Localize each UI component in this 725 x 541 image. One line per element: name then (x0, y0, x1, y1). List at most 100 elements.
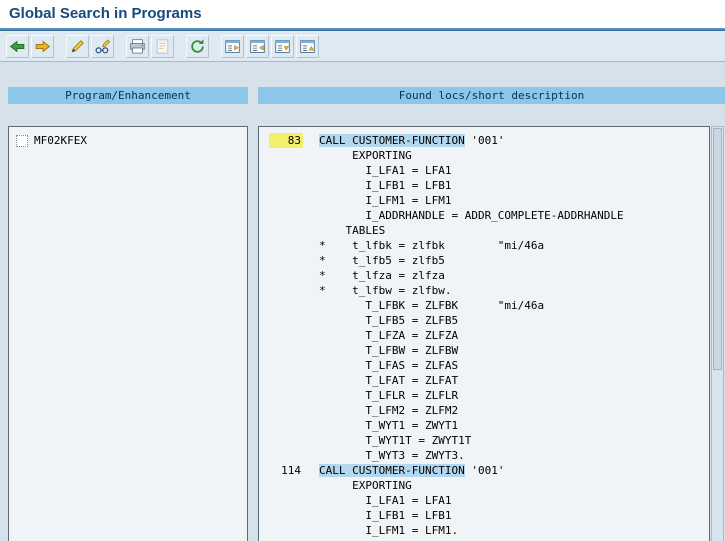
matched-keyword: CALL CUSTOMER-FUNCTION (319, 464, 465, 477)
code-text: T_LFM2 = ZLFM2 (319, 404, 459, 417)
code-line[interactable]: T_WYT3 = ZWYT3. (259, 448, 709, 463)
line-number (269, 328, 303, 343)
collapse-all-button[interactable] (296, 34, 319, 58)
code-text: * t_lfb5 = zlfb5 (319, 254, 445, 267)
collapse-all-icon (299, 38, 316, 55)
matched-keyword: CALL CUSTOMER-FUNCTION (319, 134, 465, 147)
toolbar-group (221, 34, 319, 58)
line-number (269, 298, 303, 313)
code-text: T_LFBW = ZLFBW (319, 344, 459, 357)
line-number (269, 148, 303, 163)
code-line[interactable]: I_ADDRHANDLE = ADDR_COMPLETE-ADDRHANDLE (259, 208, 709, 223)
code-text: * t_lfbw = zlfbw. (319, 284, 452, 297)
toolbar-group (186, 34, 209, 58)
line-number (269, 223, 303, 238)
toolbar-group (126, 34, 174, 58)
line-number (269, 388, 303, 403)
line-number (269, 283, 303, 298)
code-line[interactable]: I_LFM1 = LFM1. (259, 523, 709, 538)
line-number (269, 358, 303, 373)
print-preview-button[interactable] (151, 34, 174, 58)
code-line[interactable]: T_WYT1T = ZWYT1T (259, 433, 709, 448)
code-text: CALL CUSTOMER-FUNCTION '001' (319, 464, 505, 477)
print-preview-icon (154, 38, 171, 55)
print-icon (129, 38, 146, 55)
code-text: I_LFM1 = LFM1 (319, 194, 452, 207)
code-text: EXPORTING (319, 479, 412, 492)
code-line[interactable]: T_LFBW = ZLFBW (259, 343, 709, 358)
forward-button[interactable] (31, 34, 54, 58)
program-list-item[interactable]: MF02KFEX (9, 127, 247, 147)
line-number: 114 (281, 464, 301, 477)
refresh-button[interactable] (186, 34, 209, 58)
code-line[interactable]: I_LFB1 = LFB1 (259, 508, 709, 523)
column-header-program: Program/Enhancement (8, 87, 248, 104)
line-number (269, 493, 303, 508)
expand-node-button[interactable] (221, 34, 244, 58)
code-line[interactable]: EXPORTING (259, 478, 709, 493)
code-line[interactable]: * t_lfza = zlfza (259, 268, 709, 283)
code-line[interactable]: T_LFLR = ZLFLR (259, 388, 709, 403)
edit-button[interactable] (66, 34, 89, 58)
scrollbar-thumb[interactable] (713, 128, 722, 370)
code-text: TABLES (319, 224, 386, 237)
expand-all-button[interactable] (271, 34, 294, 58)
sap-window: Global Search in Programs Program/Enhanc… (0, 0, 725, 541)
line-number (269, 178, 303, 193)
code-line[interactable]: I_LFM1 = LFM1 (259, 193, 709, 208)
line-number (269, 343, 303, 358)
line-number: 83 (269, 133, 303, 148)
line-number (269, 508, 303, 523)
line-number (269, 373, 303, 388)
code-line[interactable]: T_LFB5 = ZLFB5 (259, 313, 709, 328)
expand-node-icon (224, 38, 241, 55)
page-title: Global Search in Programs (9, 5, 202, 22)
collapse-node-button[interactable] (246, 34, 269, 58)
program-icon (16, 134, 28, 147)
toolbar (0, 31, 725, 62)
code-line[interactable]: I_LFA1 = LFA1 (259, 493, 709, 508)
line-number (269, 478, 303, 493)
code-results-panel: 83 CALL CUSTOMER-FUNCTION '001' EXPORTING… (258, 126, 710, 541)
code-line[interactable]: * t_lfb5 = zlfb5 (259, 253, 709, 268)
code-text: T_WYT1 = ZWYT1 (319, 419, 459, 432)
edit-icon (69, 38, 86, 55)
code-line[interactable]: I_LFB1 = LFB1 (259, 178, 709, 193)
code-line[interactable]: T_LFBK = ZLFBK "mi/46a (259, 298, 709, 313)
program-list-panel: MF02KFEX (8, 126, 248, 541)
vertical-scrollbar[interactable] (711, 126, 724, 541)
code-line[interactable]: T_LFM2 = ZLFM2 (259, 403, 709, 418)
code-line[interactable]: 114 CALL CUSTOMER-FUNCTION '001' (259, 463, 709, 478)
line-number (269, 163, 303, 178)
back-icon (9, 38, 26, 55)
code-listing: 83 CALL CUSTOMER-FUNCTION '001' EXPORTING… (259, 127, 709, 538)
code-line[interactable]: T_LFAT = ZLFAT (259, 373, 709, 388)
line-number (269, 268, 303, 283)
forward-icon (34, 38, 51, 55)
code-text: T_LFBK = ZLFBK "mi/46a (319, 299, 545, 312)
display-change-icon (94, 38, 111, 55)
code-line[interactable]: I_LFA1 = LFA1 (259, 163, 709, 178)
back-button[interactable] (6, 34, 29, 58)
code-line[interactable]: EXPORTING (259, 148, 709, 163)
line-number (269, 238, 303, 253)
code-line[interactable]: T_LFAS = ZLFAS (259, 358, 709, 373)
line-number (269, 403, 303, 418)
print-button[interactable] (126, 34, 149, 58)
code-line[interactable]: * t_lfbw = zlfbw. (259, 283, 709, 298)
code-text: T_LFAS = ZLFAS (319, 359, 459, 372)
display-change-button[interactable] (91, 34, 114, 58)
line-number (269, 313, 303, 328)
code-text: T_WYT1T = ZWYT1T (319, 434, 472, 447)
code-line[interactable]: TABLES (259, 223, 709, 238)
line-number (269, 523, 303, 538)
code-line[interactable]: * t_lfbk = zlfbk "mi/46a (259, 238, 709, 253)
code-line[interactable]: T_LFZA = ZLFZA (259, 328, 709, 343)
code-text: * t_lfbk = zlfbk "mi/46a (319, 239, 545, 252)
code-line[interactable]: 83 CALL CUSTOMER-FUNCTION '001' (259, 133, 709, 148)
expand-all-icon (274, 38, 291, 55)
code-line[interactable]: T_WYT1 = ZWYT1 (259, 418, 709, 433)
column-header-findings: Found locs/short description (258, 87, 725, 104)
code-text: I_LFM1 = LFM1. (319, 524, 459, 537)
title-bar: Global Search in Programs (0, 0, 725, 28)
